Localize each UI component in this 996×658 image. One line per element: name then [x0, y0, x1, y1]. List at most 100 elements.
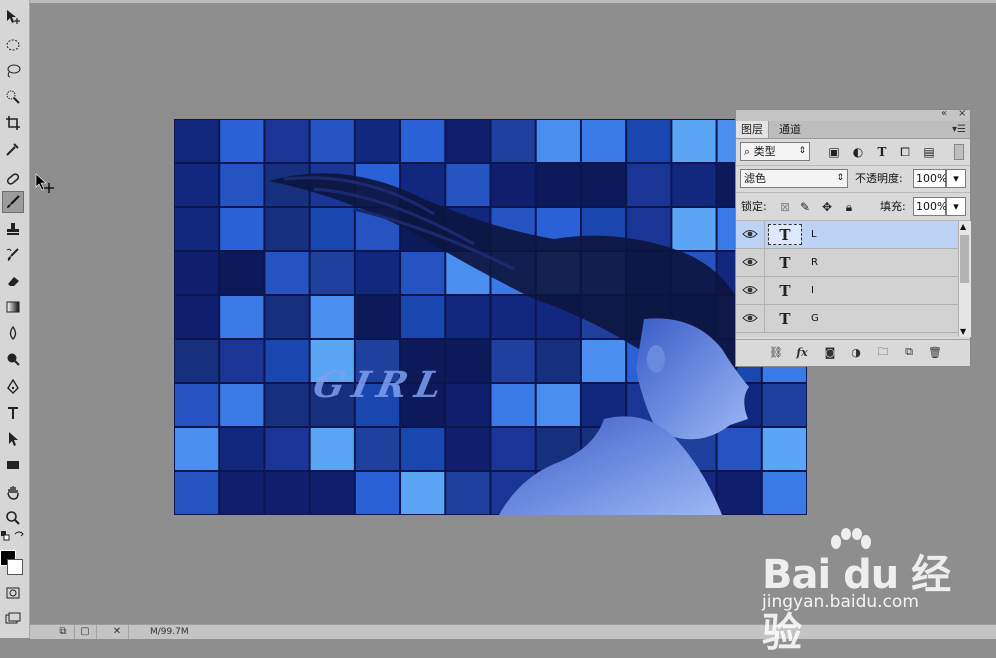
close-panel-icon[interactable]: × — [958, 108, 966, 119]
layer-filter-row: ⌕ 类型 ⇕ ▣ ◐ T ⧠ ▤ — [736, 139, 970, 166]
watermark-url: jingyan.baidu.com — [762, 592, 919, 612]
delete-layer-icon[interactable]: 🗑︎ — [927, 344, 943, 360]
layers-panel-footer: ⛓ fx ◙ ◑ 🗀︎ ⧉ 🗑︎ — [736, 339, 970, 364]
path-select-tool-icon[interactable] — [2, 428, 24, 450]
fill-input[interactable]: 100% — [913, 197, 947, 216]
history-brush-tool-icon[interactable] — [2, 244, 24, 266]
default-colors-icon[interactable] — [0, 530, 10, 542]
add-mask-icon[interactable]: ◙ — [822, 344, 838, 360]
layer-name[interactable]: I — [811, 277, 814, 305]
panel-menu-icon[interactable]: ▾☰ — [952, 121, 966, 138]
blend-mode-value: 滤色 — [744, 172, 766, 185]
lock-pixels-icon[interactable]: ✎ — [798, 200, 812, 214]
layer-row-G[interactable]: T G — [736, 305, 958, 333]
type-tool-icon[interactable] — [2, 402, 24, 424]
blend-mode-select[interactable]: 滤色 ⇕ — [740, 169, 848, 188]
fill-label: 填充: — [880, 200, 906, 213]
fill-dropdown-icon[interactable]: ▾ — [946, 197, 966, 216]
baidu-jingyan-watermark: Bai du 经验 jingyan.baidu.com — [762, 528, 962, 656]
collapse-panel-icon[interactable]: « — [941, 108, 947, 119]
layer-list-scrollbar[interactable]: ▲ ▼ — [958, 221, 971, 337]
scroll-thumb[interactable] — [960, 235, 969, 283]
healing-brush-tool-icon[interactable] — [2, 168, 24, 190]
tab-layers[interactable]: 图层 — [736, 121, 769, 138]
layer-name[interactable]: L — [811, 221, 817, 249]
document-size-status: M/99.7M — [150, 627, 189, 637]
type-layer-thumbnail: T — [779, 309, 791, 328]
crop-tool-icon[interactable] — [2, 112, 24, 134]
filter-toggle-icon[interactable] — [954, 144, 964, 160]
clone-stamp-tool-icon[interactable] — [2, 218, 24, 240]
layer-row-I[interactable]: T I — [736, 277, 958, 305]
scroll-up-icon[interactable]: ▲ — [960, 222, 966, 231]
link-layers-icon[interactable]: ⛓ — [768, 344, 784, 360]
brush-tool-icon[interactable] — [2, 191, 24, 213]
layer-style-fx-icon[interactable]: fx — [794, 344, 810, 360]
arrange-icon[interactable]: ⧉ — [52, 625, 75, 639]
row-divider — [764, 277, 765, 305]
close-document-icon[interactable]: ✕ — [106, 625, 129, 639]
row-divider — [764, 305, 765, 333]
tools-panel — [0, 0, 30, 638]
layer-row-R[interactable]: T R — [736, 249, 958, 277]
quick-select-tool-icon[interactable] — [2, 86, 24, 108]
layer-row-L[interactable]: T L — [736, 221, 958, 249]
chevron-updown-icon: ⇕ — [836, 173, 844, 183]
hand-tool-icon[interactable] — [2, 481, 24, 503]
lock-all-icon[interactable]: 🔒︎ — [842, 200, 856, 214]
eyedropper-tool-icon[interactable] — [2, 138, 24, 160]
visibility-eye-icon[interactable] — [742, 311, 758, 325]
new-group-icon[interactable]: 🗀︎ — [875, 344, 891, 360]
chevron-updown-icon: ⇕ — [798, 146, 806, 156]
smart-object-filter-icon[interactable]: ▤ — [922, 145, 936, 159]
visibility-eye-icon[interactable] — [742, 283, 758, 297]
opacity-input[interactable]: 100% — [913, 169, 947, 188]
zoom-tool-icon[interactable] — [2, 507, 24, 529]
tab-channels[interactable]: 通道 — [774, 121, 806, 138]
gradient-tool-icon[interactable] — [2, 296, 24, 318]
pen-tool-icon[interactable] — [2, 376, 24, 398]
lasso-tool-icon[interactable] — [2, 60, 24, 82]
layer-name[interactable]: G — [811, 305, 819, 333]
visibility-eye-icon[interactable] — [742, 227, 758, 241]
opacity-dropdown-icon[interactable]: ▾ — [946, 169, 966, 188]
screen-mode-icon[interactable] — [2, 608, 24, 630]
blur-tool-icon[interactable] — [2, 322, 24, 344]
canvas-girl-text: GIRL — [309, 364, 454, 406]
layer-list: T L T R T I T G — [736, 221, 958, 337]
swap-colors-icon[interactable] — [13, 530, 25, 542]
adjustment-filter-icon[interactable]: ◐ — [851, 145, 865, 159]
eraser-tool-icon[interactable] — [2, 270, 24, 292]
scroll-down-icon[interactable]: ▼ — [960, 327, 966, 336]
quick-mask-icon[interactable] — [2, 582, 24, 604]
layer-name[interactable]: R — [811, 249, 818, 277]
pixel-filter-icon[interactable]: ▣ — [827, 145, 841, 159]
rectangle-tool-icon[interactable] — [2, 454, 24, 476]
move-tool-icon[interactable] — [2, 6, 24, 28]
blend-row: 滤色 ⇕ 不透明度: 100% ▾ — [736, 166, 970, 193]
background-color-swatch[interactable] — [7, 559, 23, 575]
type-layer-thumbnail: T — [779, 281, 791, 300]
layers-panel: « × 图层 通道 ▾☰ ⌕ 类型 ⇕ ▣ ◐ T ⧠ ▤ 滤色 ⇕ 不透明度:… — [735, 108, 971, 367]
search-icon: ⌕ — [744, 145, 754, 158]
filter-kind-select[interactable]: ⌕ 类型 ⇕ — [740, 142, 810, 161]
lock-transparent-icon[interactable]: ⊠ — [778, 200, 792, 214]
type-layer-thumbnail: T — [768, 224, 802, 245]
shape-filter-icon[interactable]: ⧠ — [898, 145, 912, 159]
filter-kind-value: 类型 — [753, 145, 776, 158]
dodge-tool-icon[interactable] — [2, 348, 24, 370]
opacity-label: 不透明度: — [855, 172, 903, 185]
type-filter-icon[interactable]: T — [875, 145, 889, 159]
lock-position-icon[interactable]: ✥ — [820, 200, 834, 214]
marquee-tool-icon[interactable] — [2, 34, 24, 56]
type-layer-thumbnail: T — [779, 253, 791, 272]
row-divider — [764, 221, 765, 249]
lock-row: 锁定: ⊠ ✎ ✥ 🔒︎ 填充: 100% ▾ — [736, 193, 970, 221]
row-divider — [764, 249, 765, 277]
move-cursor-icon — [35, 173, 54, 193]
adjustment-layer-icon[interactable]: ◑ — [848, 344, 864, 360]
new-layer-icon[interactable]: ⧉ — [901, 344, 917, 360]
document-canvas[interactable]: GIRL — [174, 119, 807, 515]
visibility-eye-icon[interactable] — [742, 255, 758, 269]
restore-window-icon[interactable]: ▢ — [74, 625, 97, 639]
